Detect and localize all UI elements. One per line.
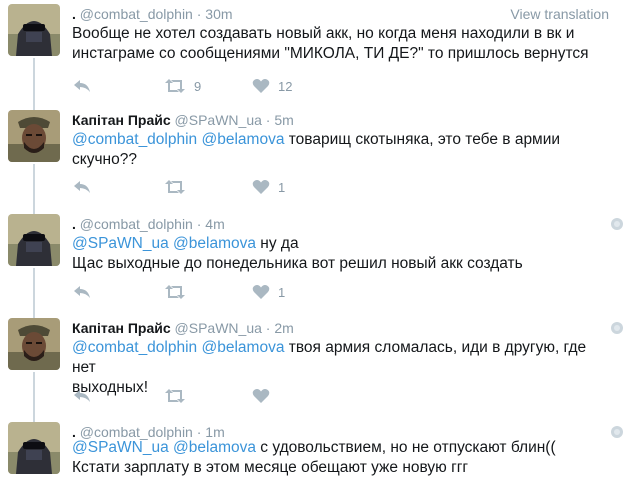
like-count: 12: [278, 78, 293, 94]
tweet-text-segment: Вообще не хотел создавать новый акк, но …: [72, 25, 589, 62]
tweet-header: . @combat_dolphin · 4m: [72, 214, 225, 234]
retweet-count: 9: [194, 78, 202, 94]
avatar[interactable]: [8, 4, 60, 56]
reply-icon: [72, 388, 92, 404]
retweet-button[interactable]: [164, 282, 194, 302]
separator: ·: [196, 6, 202, 22]
user-handle[interactable]: @SPaWN_ua: [175, 112, 262, 128]
separator: ·: [196, 216, 202, 232]
heart-icon: [252, 179, 270, 195]
globe-icon[interactable]: [611, 426, 623, 438]
mention-link[interactable]: @SPaWN_ua: [72, 439, 169, 456]
mention-link[interactable]: @belamova: [202, 131, 285, 148]
tweet-text: Вообще не хотел создавать новый акк, но …: [72, 24, 612, 64]
globe-icon[interactable]: [611, 322, 623, 334]
mention-link[interactable]: @belamova: [173, 235, 256, 252]
user-handle[interactable]: @combat_dolphin: [80, 6, 193, 22]
mention-link[interactable]: @belamova: [202, 339, 285, 356]
avatar[interactable]: [8, 110, 60, 162]
tweet[interactable]: . @combat_dolphin · 1m @SPaWN_ua @belamo…: [0, 422, 631, 476]
display-name[interactable]: Капітан Прайс: [72, 320, 171, 336]
retweet-button[interactable]: [164, 177, 194, 197]
retweet-button[interactable]: 9: [164, 76, 201, 96]
timestamp[interactable]: 2m: [274, 320, 293, 336]
view-translation-link[interactable]: View translation: [510, 4, 609, 24]
like-button[interactable]: 1: [252, 282, 285, 302]
like-button[interactable]: [252, 386, 278, 406]
like-button[interactable]: 1: [252, 177, 285, 197]
reply-button[interactable]: [72, 177, 92, 197]
mention-link[interactable]: @belamova: [173, 439, 256, 456]
avatar[interactable]: [8, 214, 60, 266]
heart-icon: [252, 78, 270, 94]
reply-button[interactable]: [72, 282, 92, 302]
display-name[interactable]: .: [72, 216, 76, 232]
timestamp[interactable]: 4m: [205, 216, 224, 232]
mention-link[interactable]: @SPaWN_ua: [72, 235, 169, 252]
tweet[interactable]: . @combat_dolphin · 30m View translation…: [0, 4, 631, 104]
user-handle[interactable]: @combat_dolphin: [80, 216, 193, 232]
heart-icon: [252, 284, 270, 300]
separator: ·: [265, 320, 271, 336]
globe-icon[interactable]: [611, 218, 623, 230]
reply-button[interactable]: [72, 76, 92, 96]
user-handle[interactable]: @SPaWN_ua: [175, 320, 262, 336]
reply-icon: [72, 78, 92, 94]
mention-link[interactable]: @combat_dolphin: [72, 131, 197, 148]
tweet[interactable]: . @combat_dolphin · 4m @SPaWN_ua @belamo…: [0, 214, 631, 312]
tweet-header: . @combat_dolphin · 30m: [72, 4, 233, 24]
reply-icon: [72, 179, 92, 195]
retweet-icon: [164, 284, 186, 300]
avatar[interactable]: [8, 422, 60, 474]
tweet-text: @SPaWN_ua @belamova ну да Щас выходные д…: [72, 234, 612, 274]
retweet-icon: [164, 179, 186, 195]
display-name[interactable]: Капітан Прайс: [72, 112, 171, 128]
retweet-icon: [164, 388, 186, 404]
tweet-text: @SPaWN_ua @belamova с удовольствием, но …: [72, 438, 612, 478]
timestamp[interactable]: 5m: [274, 112, 293, 128]
reply-icon: [72, 284, 92, 300]
tweet[interactable]: Капітан Прайс @SPaWN_ua · 2m @combat_dol…: [0, 318, 631, 416]
tweet-text: @combat_dolphin @belamova твоя армия сло…: [72, 338, 612, 398]
conversation-thread: . @combat_dolphin · 30m View translation…: [0, 0, 631, 476]
like-count: 1: [278, 284, 286, 300]
like-count: 1: [278, 179, 286, 195]
heart-icon: [252, 388, 270, 404]
display-name[interactable]: .: [72, 6, 76, 22]
tweet-text: @combat_dolphin @belamova товарищ скотын…: [72, 130, 612, 170]
avatar[interactable]: [8, 318, 60, 370]
mention-link[interactable]: @combat_dolphin: [72, 339, 197, 356]
tweet[interactable]: Капітан Прайс @SPaWN_ua · 5m @combat_dol…: [0, 110, 631, 208]
reply-button[interactable]: [72, 386, 92, 406]
separator: ·: [265, 112, 271, 128]
tweet-header: Капітан Прайс @SPaWN_ua · 5m: [72, 110, 294, 130]
like-button[interactable]: 12: [252, 76, 292, 96]
tweet-header: Капітан Прайс @SPaWN_ua · 2m: [72, 318, 294, 338]
retweet-button[interactable]: [164, 386, 194, 406]
timestamp[interactable]: 30m: [205, 6, 232, 22]
retweet-icon: [164, 78, 186, 94]
